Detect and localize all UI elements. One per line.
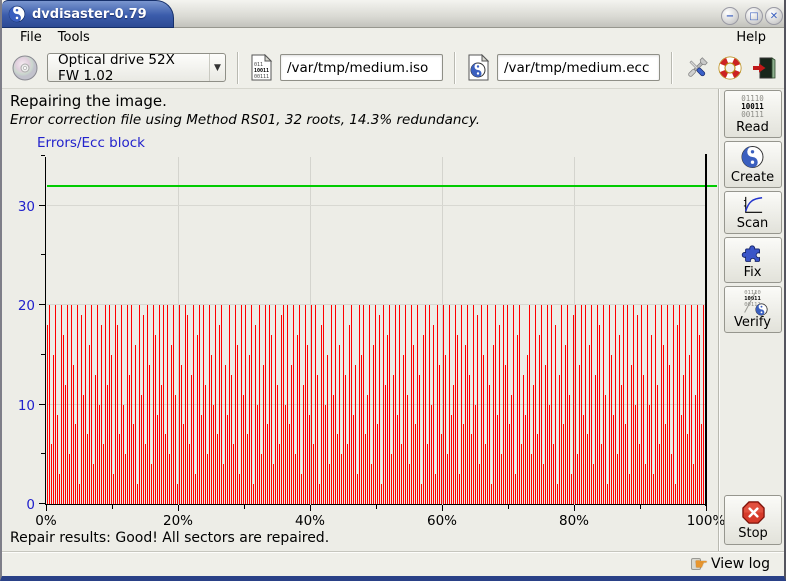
chart-bar (673, 305, 674, 504)
x-axis-major-tick (442, 505, 443, 511)
chart-title: Errors/Ecc block (37, 135, 145, 151)
action-sidebar: 01110 10011 00111 Read Create Scan (721, 90, 784, 552)
chart-bar (379, 315, 380, 504)
verify-label: Verify (734, 315, 771, 330)
x-axis-tick-label: 80% (552, 513, 596, 529)
x-axis-major-tick (706, 505, 707, 511)
stop-label: Stop (738, 526, 768, 541)
minimize-button[interactable]: − (721, 7, 739, 25)
menu-tools[interactable]: Tools (50, 29, 98, 46)
read-label: Read (736, 120, 769, 135)
footer-bar: ☛ View log (2, 551, 784, 576)
ecc-file-input[interactable] (497, 54, 660, 81)
binary-yinyang-check-icon: 01110 10011 00111 (740, 290, 766, 314)
image-file-icon: 011 10011 00111 (250, 54, 273, 81)
chart-bar (251, 305, 252, 504)
quit-exit-icon[interactable] (750, 55, 776, 81)
window-title-tab[interactable]: dvdisaster-0.79 (2, 0, 174, 28)
x-axis-minor-tick (640, 505, 641, 509)
maximize-button[interactable]: □ (745, 7, 763, 25)
sidebar-separator (718, 89, 720, 552)
curve-graph-icon (741, 195, 765, 215)
menu-bar: File Tools Help (2, 28, 784, 47)
app-window: dvdisaster-0.79 − □ ✕ File Tools Help (0, 0, 786, 581)
status-line1: Repairing the image. (10, 92, 710, 110)
x-axis-major-tick (178, 505, 179, 511)
plot-area: 01020300%20%40%60%80%100% (45, 157, 705, 505)
limit-line (47, 185, 717, 187)
x-axis-major-tick (46, 505, 47, 511)
toolbar: Optical drive 52X FW 1.02 ▼ 011 10011 00… (2, 47, 784, 89)
preferences-tools-icon[interactable] (684, 55, 710, 81)
scan-button[interactable]: Scan (724, 191, 782, 234)
y-axis-tick-label: 10 (1, 398, 35, 414)
yin-yang-icon (740, 145, 765, 169)
view-log-button[interactable]: ☛ View log (691, 555, 770, 573)
drive-selector-value: Optical drive 52X FW 1.02 (48, 52, 209, 84)
image-file-input[interactable] (280, 54, 443, 81)
y-axis-tick-label: 30 (1, 199, 35, 215)
stop-octagon-icon (741, 500, 766, 525)
y-axis-minor-tick (41, 453, 45, 454)
y-axis-tick-label: 0 (1, 497, 35, 513)
y-axis-minor-tick (41, 354, 45, 355)
create-label: Create (731, 170, 774, 185)
create-button[interactable]: Create (724, 141, 782, 188)
x-axis-major-tick (310, 505, 311, 511)
x-axis-tick-label: 0% (24, 513, 68, 529)
binary-digits-icon: 01110 10011 00111 (741, 95, 764, 119)
y-axis-major-tick (39, 304, 45, 305)
x-axis-tick-label: 60% (420, 513, 464, 529)
horizontal-gridline (47, 404, 706, 405)
y-axis-major-tick (39, 205, 45, 206)
y-axis-minor-tick (41, 155, 45, 156)
toolbar-separator (454, 52, 456, 84)
app-logo-yinyang-icon (8, 5, 26, 23)
menu-file[interactable]: File (12, 29, 50, 46)
drive-selector[interactable]: Optical drive 52X FW 1.02 ▼ (47, 53, 226, 82)
horizontal-gridline (47, 304, 706, 305)
repair-result-text: Repair results: Good! All sectors are re… (10, 530, 329, 546)
chart-bar (77, 305, 78, 504)
x-axis-minor-tick (508, 505, 509, 509)
close-button[interactable]: ✕ (765, 7, 783, 25)
x-axis-major-tick (574, 505, 575, 511)
toolbar-separator (671, 52, 673, 84)
status-heading: Repairing the image. Error correction fi… (10, 92, 710, 128)
window-title: dvdisaster-0.79 (32, 7, 147, 22)
svg-text:00111: 00111 (254, 74, 269, 80)
toolbar-separator (237, 52, 239, 84)
x-axis-minor-tick (376, 505, 377, 509)
read-button[interactable]: 01110 10011 00111 Read (724, 90, 782, 138)
y-axis-major-tick (39, 404, 45, 405)
y-axis-tick-label: 20 (1, 298, 35, 314)
title-bar[interactable]: dvdisaster-0.79 − □ ✕ (2, 0, 784, 28)
pointing-hand-icon: ☛ (695, 555, 708, 573)
horizontal-gridline (47, 205, 706, 206)
progress-cursor-line (705, 154, 707, 506)
y-axis-minor-tick (41, 254, 45, 255)
errors-chart: Errors/Ecc block 01020300%20%40%60%80%10… (2, 130, 718, 530)
x-axis-minor-tick (112, 505, 113, 509)
view-log-label: View log (711, 556, 770, 572)
ecc-file-icon (467, 54, 490, 81)
fix-label: Fix (744, 265, 762, 280)
fix-button[interactable]: Fix (724, 237, 782, 283)
cd-disc-icon (10, 53, 40, 83)
puzzle-piece-icon (740, 241, 766, 264)
x-axis-tick-label: 40% (288, 513, 332, 529)
y-axis-major-tick (39, 503, 45, 504)
verify-button[interactable]: 01110 10011 00111 Verify (724, 286, 782, 333)
scan-label: Scan (737, 216, 769, 231)
chevron-down-icon[interactable]: ▼ (209, 54, 225, 81)
x-axis-minor-tick (244, 505, 245, 509)
stop-button[interactable]: Stop (724, 495, 782, 545)
menu-help[interactable]: Help (728, 29, 774, 46)
help-lifebuoy-icon[interactable] (717, 55, 743, 81)
status-line2: Error correction file using Method RS01,… (10, 112, 710, 128)
chart-bar (555, 325, 556, 504)
chart-bar (135, 345, 136, 504)
x-axis-tick-label: 20% (156, 513, 200, 529)
